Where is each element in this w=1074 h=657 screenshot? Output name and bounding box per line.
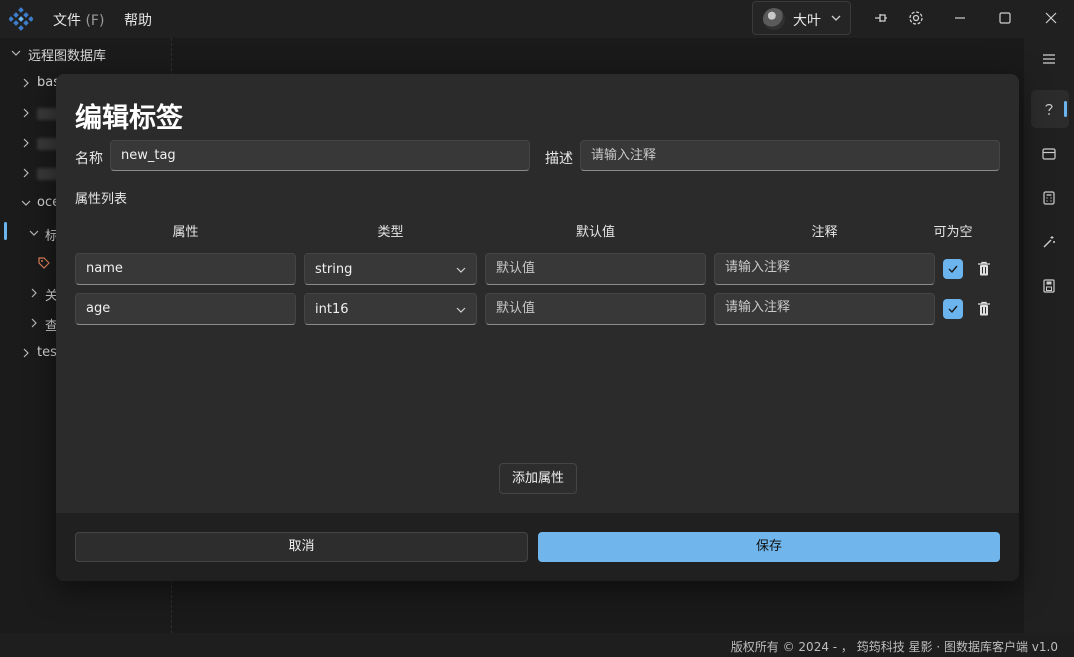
property-type-select[interactable]: string xyxy=(304,253,477,285)
menu-icon[interactable] xyxy=(1041,51,1057,67)
check-icon xyxy=(948,305,958,314)
menu-file-hotkey: (F) xyxy=(85,13,105,29)
properties-section-title: 属性列表 xyxy=(75,192,128,207)
check-icon xyxy=(948,265,958,274)
app-logo-icon xyxy=(9,7,33,31)
nullable-checkbox[interactable] xyxy=(943,259,963,279)
chevron-right-icon xyxy=(23,108,29,118)
help-icon[interactable] xyxy=(1041,101,1057,117)
description-label: 描述 xyxy=(545,151,573,167)
tree-root[interactable]: 远程图数据库 xyxy=(0,40,172,66)
property-comment-input[interactable]: 请输入注释 xyxy=(714,253,935,285)
chevron-down-icon xyxy=(21,200,31,206)
maximize-icon[interactable] xyxy=(996,9,1014,27)
description-input[interactable]: 请输入注释 xyxy=(580,140,1000,171)
property-name-input[interactable]: name xyxy=(75,253,296,285)
name-input[interactable]: new_tag xyxy=(110,140,530,171)
nullable-checkbox[interactable] xyxy=(943,299,963,319)
add-property-button[interactable]: 添加属性 xyxy=(499,463,577,494)
chevron-right-icon xyxy=(31,318,37,328)
menu-file-label: 文件 xyxy=(53,13,81,29)
pin-icon[interactable] xyxy=(872,9,890,27)
card-icon[interactable] xyxy=(1041,146,1057,162)
tree-root-label: 远程图数据库 xyxy=(28,49,107,64)
column-header-type: 类型 xyxy=(377,225,404,240)
column-header-default: 默认值 xyxy=(575,225,615,240)
title-bar: 文件 (F) 帮助 大叶 xyxy=(0,0,1074,38)
property-type-value: string xyxy=(315,262,353,277)
chevron-down-icon xyxy=(29,230,39,236)
rail-active-indicator xyxy=(1064,101,1067,117)
column-header-nullable: 可为空 xyxy=(933,225,973,240)
save-button[interactable]: 保存 xyxy=(538,532,1000,562)
tag-icon xyxy=(38,257,50,269)
chevron-right-icon xyxy=(23,348,29,358)
gear-icon[interactable] xyxy=(907,9,925,27)
chevron-right-icon xyxy=(31,288,37,298)
chevron-down-icon xyxy=(456,267,466,273)
property-type-value: int16 xyxy=(315,302,349,317)
minimize-icon[interactable] xyxy=(951,9,969,27)
menu-help[interactable]: 帮助 xyxy=(124,10,152,30)
name-label: 名称 xyxy=(75,151,103,167)
status-footer: 版权所有 © 2024 - ， 筠筠科技 星影 · 图数据库客户端 v1.0 xyxy=(0,633,1074,657)
user-name: 大叶 xyxy=(793,13,821,29)
trash-icon[interactable] xyxy=(977,261,991,277)
right-rail xyxy=(1024,38,1074,633)
dialog-title: 编辑标签 xyxy=(75,103,183,134)
cancel-button[interactable]: 取消 xyxy=(75,532,528,562)
edit-tag-dialog: 编辑标签 名称 new_tag 描述 请输入注释 属性列表 属性 类型 默认值 … xyxy=(56,74,1019,581)
chevron-right-icon xyxy=(23,138,29,148)
user-dropdown[interactable]: 大叶 xyxy=(752,1,851,35)
property-comment-input[interactable]: 请输入注释 xyxy=(714,293,935,325)
chevron-down-icon xyxy=(11,50,21,56)
column-header-comment: 注释 xyxy=(811,225,838,240)
property-name-input[interactable]: age xyxy=(75,293,296,325)
chevron-right-icon xyxy=(23,168,29,178)
menu-file[interactable]: 文件 (F) xyxy=(53,10,104,30)
calculator-icon[interactable] xyxy=(1041,190,1057,206)
chevron-down-icon xyxy=(456,307,466,313)
trash-icon[interactable] xyxy=(977,301,991,317)
save-disk-icon[interactable] xyxy=(1041,278,1057,294)
magic-wand-icon[interactable] xyxy=(1041,234,1057,250)
chevron-right-icon xyxy=(23,78,29,88)
column-header-attr: 属性 xyxy=(172,225,199,240)
dialog-footer: 取消 保存 xyxy=(56,513,1019,581)
footer-text: 版权所有 © 2024 - ， 筠筠科技 星影 · 图数据库客户端 v1.0 xyxy=(730,640,1058,654)
chevron-down-icon xyxy=(831,15,841,21)
property-default-input[interactable]: 默认值 xyxy=(485,293,706,325)
property-type-select[interactable]: int16 xyxy=(304,293,477,325)
close-icon[interactable] xyxy=(1042,9,1060,27)
avatar xyxy=(763,8,785,30)
property-default-input[interactable]: 默认值 xyxy=(485,253,706,285)
